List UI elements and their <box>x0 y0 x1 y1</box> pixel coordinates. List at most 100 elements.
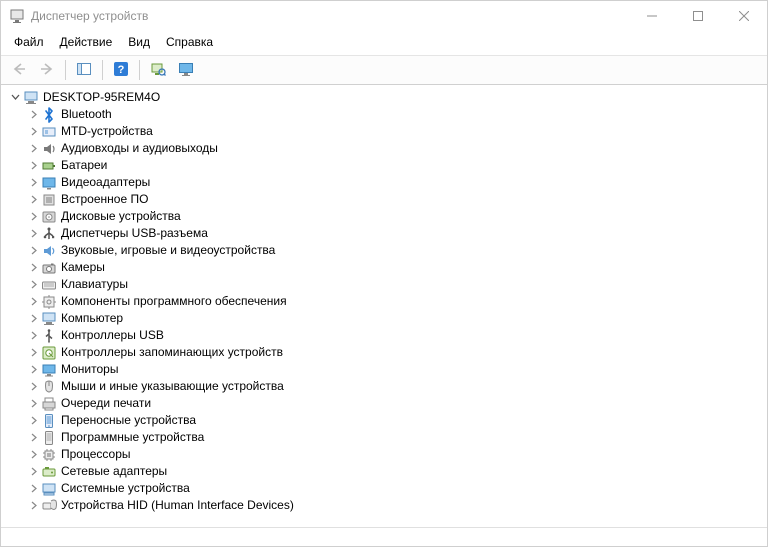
app-icon <box>9 8 25 24</box>
nav-back-button[interactable] <box>6 57 32 83</box>
chevron-right-icon[interactable] <box>27 313 39 325</box>
computer-icon <box>23 90 39 106</box>
tree-category-node[interactable]: Программные устройства <box>1 429 767 446</box>
usb-icon <box>41 328 57 344</box>
chevron-right-icon[interactable] <box>27 194 39 206</box>
tree-category-label: Диспетчеры USB-разъема <box>61 225 216 242</box>
tree-category-node[interactable]: Компоненты программного обеспечения <box>1 293 767 310</box>
chevron-right-icon[interactable] <box>27 109 39 121</box>
tree-category-node[interactable]: Компьютер <box>1 310 767 327</box>
tree-category-node[interactable]: Звуковые, игровые и видеоустройства <box>1 242 767 259</box>
tree-category-label: Программные устройства <box>61 429 212 446</box>
tree-category-label: Дисковые устройства <box>61 208 189 225</box>
storage-icon <box>41 345 57 361</box>
scan-hardware-button[interactable] <box>145 57 171 83</box>
chevron-right-icon[interactable] <box>27 245 39 257</box>
tree-category-node[interactable]: Системные устройства <box>1 480 767 497</box>
tree-category-node[interactable]: MTD-устройства <box>1 123 767 140</box>
close-button[interactable] <box>721 1 767 31</box>
menu-view[interactable]: Вид <box>121 33 157 51</box>
tree-category-node[interactable]: Диспетчеры USB-разъема <box>1 225 767 242</box>
tree-category-label: Переносные устройства <box>61 412 204 429</box>
tree-category-node[interactable]: Видеоадаптеры <box>1 174 767 191</box>
menu-action[interactable]: Действие <box>53 33 120 51</box>
mouse-icon <box>41 379 57 395</box>
window-controls <box>629 1 767 31</box>
chevron-right-icon[interactable] <box>27 415 39 427</box>
tree-category-node[interactable]: Аудиовходы и аудиовыходы <box>1 140 767 157</box>
monitor-icon <box>41 362 57 378</box>
tree-category-node[interactable]: Встроенное ПО <box>1 191 767 208</box>
menu-file[interactable]: Файл <box>7 33 51 51</box>
help-icon: ? <box>113 61 129 80</box>
device-tree-pane[interactable]: DESKTOP-95REM4O BluetoothMTD-устройстваА… <box>1 85 767 527</box>
tree-category-label: Звуковые, игровые и видеоустройства <box>61 242 283 259</box>
chevron-right-icon[interactable] <box>27 381 39 393</box>
tree-category-label: Мыши и иные указывающие устройства <box>61 378 292 395</box>
battery-icon <box>41 158 57 174</box>
tree-category-label: Контроллеры запоминающих устройств <box>61 344 291 361</box>
minimize-button[interactable] <box>629 1 675 31</box>
menu-help[interactable]: Справка <box>159 33 220 51</box>
tree-root-node[interactable]: DESKTOP-95REM4O <box>1 89 767 106</box>
tree-category-node[interactable]: Клавиатуры <box>1 276 767 293</box>
tree-category-node[interactable]: Процессоры <box>1 446 767 463</box>
chevron-right-icon[interactable] <box>27 466 39 478</box>
tree-pane-icon <box>76 61 92 80</box>
tree-category-node[interactable]: Сетевые адаптеры <box>1 463 767 480</box>
chevron-right-icon[interactable] <box>27 262 39 274</box>
statusbar <box>1 527 767 546</box>
tree-category-node[interactable]: Дисковые устройства <box>1 208 767 225</box>
chevron-right-icon[interactable] <box>27 330 39 342</box>
chevron-right-icon[interactable] <box>27 177 39 189</box>
bluetooth-icon <box>41 107 57 123</box>
mtd-icon <box>41 124 57 140</box>
chevron-right-icon[interactable] <box>27 126 39 138</box>
chevron-down-icon[interactable] <box>9 92 21 104</box>
tree-category-node[interactable]: Камеры <box>1 259 767 276</box>
tree-category-node[interactable]: Мыши и иные указывающие устройства <box>1 378 767 395</box>
tree-category-node[interactable]: Контроллеры запоминающих устройств <box>1 344 767 361</box>
disk-icon <box>41 209 57 225</box>
chevron-right-icon[interactable] <box>27 483 39 495</box>
menubar: Файл Действие Вид Справка <box>1 31 767 56</box>
tree-category-label: Клавиатуры <box>61 276 136 293</box>
hid-icon <box>41 498 57 514</box>
chevron-right-icon[interactable] <box>27 143 39 155</box>
chevron-right-icon[interactable] <box>27 296 39 308</box>
chevron-right-icon[interactable] <box>27 364 39 376</box>
network-icon <box>41 464 57 480</box>
chevron-right-icon[interactable] <box>27 279 39 291</box>
chevron-right-icon[interactable] <box>27 228 39 240</box>
help-button[interactable]: ? <box>108 57 134 83</box>
chevron-right-icon[interactable] <box>27 347 39 359</box>
chevron-right-icon[interactable] <box>27 500 39 512</box>
tree-category-node[interactable]: Очереди печати <box>1 395 767 412</box>
tree-category-node[interactable]: Батареи <box>1 157 767 174</box>
tree-category-label: MTD-устройства <box>61 123 161 140</box>
show-hide-tree-button[interactable] <box>71 57 97 83</box>
window-title: Диспетчер устройств <box>31 9 629 23</box>
chevron-right-icon[interactable] <box>27 432 39 444</box>
tree-category-label: Компоненты программного обеспечения <box>61 293 295 310</box>
tree-category-node[interactable]: Мониторы <box>1 361 767 378</box>
chevron-right-icon[interactable] <box>27 449 39 461</box>
tree-category-node[interactable]: Переносные устройства <box>1 412 767 429</box>
tree-category-node[interactable]: Bluetooth <box>1 106 767 123</box>
tree-category-label: Устройства HID (Human Interface Devices) <box>61 497 302 514</box>
sound-icon <box>41 243 57 259</box>
maximize-button[interactable] <box>675 1 721 31</box>
toolbar-separator <box>139 60 140 80</box>
toolbar-separator <box>102 60 103 80</box>
chevron-right-icon[interactable] <box>27 160 39 172</box>
printq-icon <box>41 396 57 412</box>
software-icon <box>41 430 57 446</box>
tree-category-label: Камеры <box>61 259 113 276</box>
tree-category-node[interactable]: Контроллеры USB <box>1 327 767 344</box>
camera-icon <box>41 260 57 276</box>
nav-forward-button[interactable] <box>34 57 60 83</box>
devices-and-printers-button[interactable] <box>173 57 199 83</box>
chevron-right-icon[interactable] <box>27 398 39 410</box>
tree-category-node[interactable]: Устройства HID (Human Interface Devices) <box>1 497 767 514</box>
chevron-right-icon[interactable] <box>27 211 39 223</box>
